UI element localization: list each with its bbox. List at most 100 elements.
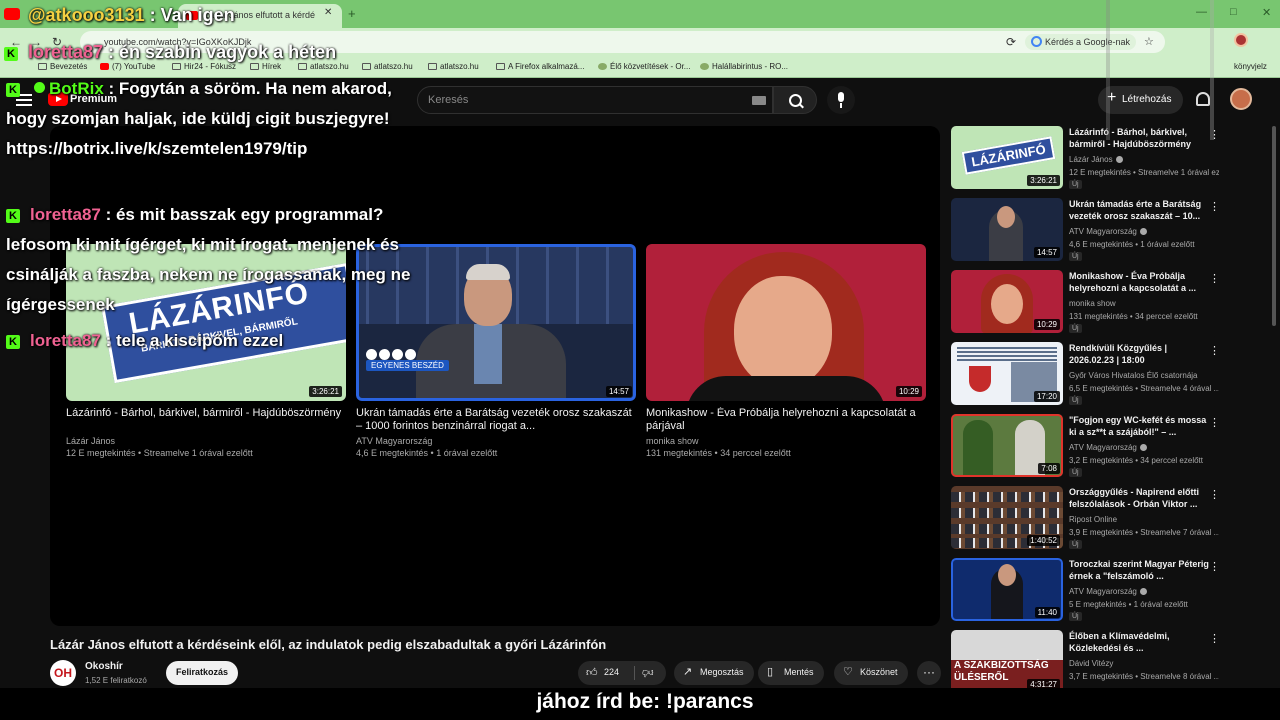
tab-close-icon[interactable]: ✕ [324, 7, 332, 18]
bookmark-item[interactable]: A Firefox alkalmazá... [496, 62, 584, 71]
bookmark-label: Élő közvetítések - Or... [610, 62, 691, 71]
duration-badge: 14:57 [1033, 247, 1060, 258]
folder-icon [250, 63, 259, 70]
sidebar-channel[interactable]: ATV Magyarország [1069, 587, 1147, 596]
duration-badge: 3:26:21 [309, 386, 342, 397]
endscreen-video-card[interactable]: 10:29 Monikashow - Éva Próbálja helyreho… [646, 244, 926, 458]
card-title[interactable]: Lázárinfó - Bárhol, bárkivel, bármiről -… [66, 407, 346, 434]
kebab-menu-icon[interactable]: ⋮ [1209, 416, 1220, 429]
bookmark-item[interactable]: atlatszo.hu [298, 62, 349, 71]
bookmark-label: Bevezetés [50, 62, 88, 71]
bookmark-item[interactable]: atlatszo.hu [362, 62, 413, 71]
new-badge: Új [1069, 324, 1082, 333]
subscribe-button[interactable]: Feliratkozás [166, 661, 239, 685]
sidebar-video-title[interactable]: Monikashow - Éva Próbálja helyrehozni a … [1069, 270, 1209, 295]
kebab-menu-icon[interactable]: ⋮ [1209, 344, 1220, 357]
duration-badge: 14:57 [605, 386, 632, 397]
bookmark-item[interactable]: Élő közvetítések - Or... [598, 62, 690, 71]
sidebar-meta: 3,7 E megtekintés • Streamelve 8 órával … [1069, 672, 1219, 681]
sidebar-video[interactable]: A SZAKBIZOTTSÁG ÜLÉSERŐL 4:31:27 Élőben a… [951, 630, 1271, 694]
new-tab-button[interactable]: + [348, 6, 356, 21]
sidebar-channel[interactable]: monika show [1069, 299, 1116, 308]
sidebar-video[interactable]: 7:08 "Fogjon egy WC-kefét és mossa ki a … [951, 414, 1271, 478]
chat-username: @atkooo3131 [28, 5, 145, 25]
duration-badge: 11:40 [1034, 607, 1060, 618]
sidebar-channel[interactable]: Lázár János [1069, 155, 1123, 164]
sidebar-video[interactable]: 1:40:52 Országgyűlés - Napirend előtti f… [951, 486, 1271, 550]
microphone-icon[interactable] [827, 86, 855, 114]
kick-badge-icon: K [6, 335, 20, 349]
sidebar-video-title[interactable]: "Fogjon egy WC-kefét és mossa ki a sz**t… [1069, 414, 1209, 439]
channel-label: ATV Magyarország [1069, 443, 1137, 452]
share-label: Megosztás [700, 667, 744, 677]
sidebar-channel[interactable]: ATV Magyarország [1069, 443, 1147, 452]
video-title: Lázár János elfutott a kérdéseink elől, … [50, 637, 607, 652]
sidebar-channel[interactable]: Ripost Online [1069, 515, 1117, 524]
sidebar-video-title[interactable]: Élőben a Klímavédelmi, Közlekedési és ..… [1069, 630, 1209, 655]
sidebar-video-title[interactable]: Toroczkai szerint Magyar Péterig érnek a… [1069, 558, 1209, 583]
save-button[interactable]: ▯ Mentés [758, 661, 824, 685]
card-title[interactable]: Ukrán támadás érte a Barátság vezeték or… [356, 407, 636, 434]
sidebar-video[interactable]: 11:40 Toroczkai szerint Magyar Péterig é… [951, 558, 1271, 622]
duration-badge: 10:29 [1033, 319, 1060, 330]
bookmark-item[interactable]: atlatszo.hu [428, 62, 479, 71]
card-channel[interactable]: monika show [646, 436, 926, 446]
sidebar-scrollbar[interactable] [1272, 126, 1276, 326]
channel-avatar[interactable]: OH [50, 660, 76, 686]
sidebar-thumbnail[interactable]: 1:40:52 [951, 486, 1063, 549]
chat-username: loretta87 [28, 42, 104, 62]
kebab-menu-icon[interactable]: ⋮ [1209, 272, 1220, 285]
channel-name[interactable]: Okoshír [85, 661, 123, 672]
bookmark-label: atlatszo.hu [374, 62, 413, 71]
sidebar-video-title[interactable]: Rendkívüli Közgyűlés | 2026.02.23 | 18:0… [1069, 342, 1209, 367]
keyboard-icon[interactable] [752, 96, 766, 105]
thanks-button[interactable]: ♡ Köszönet [834, 661, 908, 685]
card-title[interactable]: Monikashow - Éva Próbálja helyrehozni a … [646, 407, 926, 434]
translate-icon[interactable]: ⟳ [1006, 35, 1016, 49]
sidebar-thumbnail[interactable]: 10:29 [951, 270, 1063, 333]
overlay-chat-message: @atkooo3131 : Van igen [4, 5, 235, 26]
new-badge: Új [1069, 612, 1082, 621]
sidebar-channel[interactable]: ATV Magyarország [1069, 227, 1147, 236]
share-button[interactable]: ↗ Megosztás [674, 661, 754, 685]
sidebar-channel[interactable]: Győr Város Hivatalos Élő csatornája [1069, 371, 1198, 380]
bookmark-item[interactable]: (7) YouTube [100, 62, 155, 71]
channel-label: ATV Magyarország [1069, 587, 1137, 596]
card-channel[interactable]: Lázár János [66, 436, 346, 446]
verified-bot-icon [34, 82, 45, 93]
folder-icon [362, 63, 371, 70]
video-thumbnail[interactable]: 10:29 [646, 244, 926, 401]
sidebar-video[interactable]: 17:20 Rendkívüli Közgyűlés | 2026.02.23 … [951, 342, 1271, 406]
chat-text: : én szabin vagyok a héten [103, 42, 337, 62]
kebab-menu-icon[interactable]: ⋮ [1209, 632, 1220, 645]
sidebar-video-title[interactable]: Országgyűlés - Napirend előtti felszólal… [1069, 486, 1209, 511]
youtube-badge-icon [4, 8, 20, 20]
bookmark-item[interactable]: Halállabirintus - RO... [700, 62, 788, 71]
bookmark-item[interactable]: Hírek [250, 62, 281, 71]
bookmark-item[interactable]: Bevezetés [38, 62, 87, 71]
search-input[interactable]: Keresés [417, 86, 773, 114]
sidebar-video[interactable]: 14:57 Ukrán támadás érte a Barátság veze… [951, 198, 1271, 262]
kebab-menu-icon[interactable]: ⋮ [1209, 488, 1220, 501]
sidebar-thumbnail[interactable]: 11:40 [951, 558, 1063, 621]
sidebar-channel[interactable]: Dávid Vitézy [1069, 659, 1113, 668]
more-actions-button[interactable]: ··· [917, 661, 941, 685]
sidebar-thumbnail[interactable]: LÁZÁRINFÓ 3:26:21 [951, 126, 1063, 189]
kebab-menu-icon[interactable]: ⋮ [1209, 200, 1220, 213]
card-channel[interactable]: ATV Magyarország [356, 436, 636, 446]
sidebar-thumbnail[interactable]: 14:57 [951, 198, 1063, 261]
bookmark-item[interactable]: Hir24 - Fókusz [172, 62, 236, 71]
sidebar-thumbnail[interactable]: 7:08 [951, 414, 1063, 477]
search-button[interactable] [773, 86, 817, 114]
sidebar-video-title[interactable]: Ukrán támadás érte a Barátság vezeték or… [1069, 198, 1209, 223]
thumbs-down-icon[interactable]: 👍︎ [642, 666, 654, 679]
sidebar-thumbnail[interactable]: 17:20 [951, 342, 1063, 405]
google-icon [1031, 36, 1042, 47]
overlay-chat-message: Kloretta87 : és mit basszak egy programm… [6, 200, 436, 320]
thumbs-up-icon[interactable]: 👍︎ [586, 666, 598, 679]
sidebar-thumbnail[interactable]: A SZAKBIZOTTSÁG ÜLÉSERŐL 4:31:27 [951, 630, 1063, 693]
sidebar-video[interactable]: 10:29 Monikashow - Éva Próbálja helyreho… [951, 270, 1271, 334]
like-count[interactable]: 224 [604, 667, 619, 677]
card-meta: 4,6 E megtekintés • 1 órával ezelőtt [356, 448, 498, 458]
kebab-menu-icon[interactable]: ⋮ [1209, 560, 1220, 573]
